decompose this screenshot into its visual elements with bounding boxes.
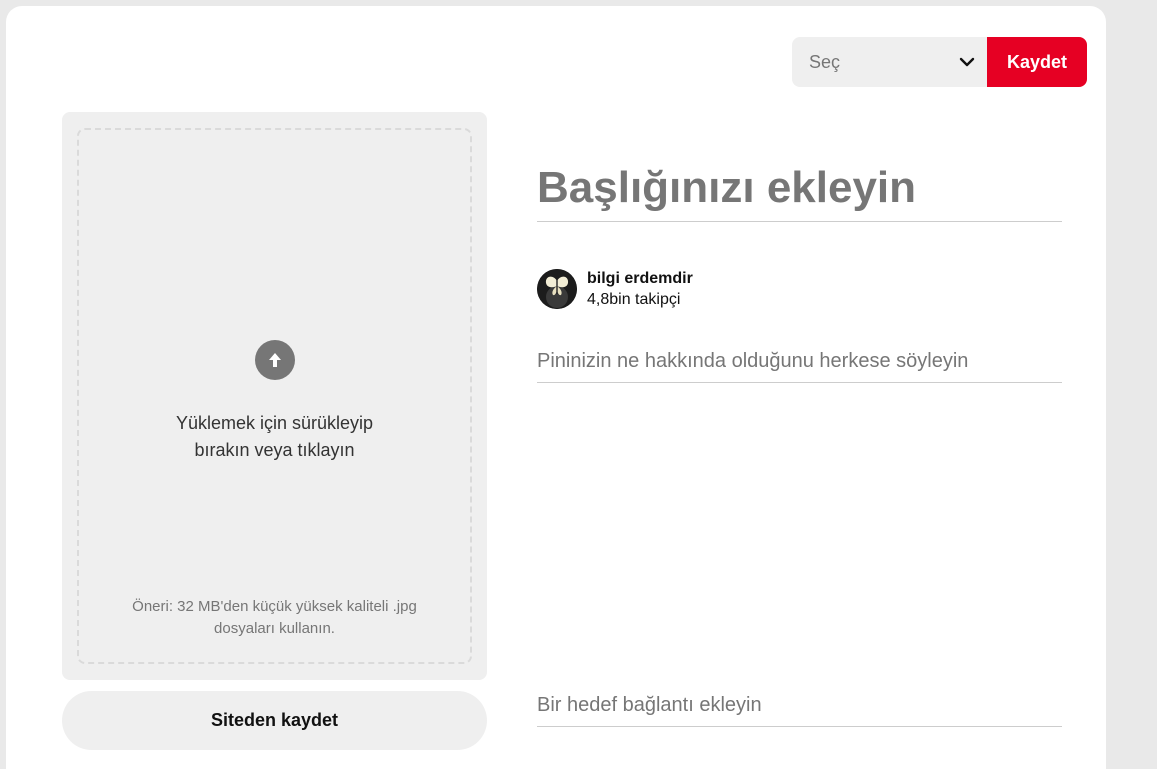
user-info: bilgi erdemdir 4,8bin takipçi [537,268,693,310]
save-from-site-button[interactable]: Siteden kaydet [62,691,487,750]
user-name[interactable]: bilgi erdemdir [587,268,693,289]
upload-instructions-line2: bırakın veya tıklayın [194,440,355,460]
upload-hint-line2: dosyaları kullanın. [214,620,335,637]
user-followers: 4,8bin takipçi [587,291,681,308]
upload-arrow-icon [255,340,295,380]
upload-hint-line1: Öneri: 32 MB'den küçük yüksek kaliteli .… [132,598,417,615]
image-upload-area[interactable]: Yüklemek için sürükleyip bırakın veya tı… [62,112,487,680]
board-select-dropdown[interactable]: Seç [792,37,989,87]
upload-instructions: Yüklemek için sürükleyip bırakın veya tı… [62,410,487,464]
board-select-label: Seç [809,51,841,72]
pin-title-input[interactable] [537,154,1062,222]
pin-description-input[interactable] [537,341,1062,383]
pin-builder-card: Seç Kaydet Yüklemek için sürükleyip bıra… [6,6,1106,769]
save-button[interactable]: Kaydet [987,37,1087,87]
upload-hint: Öneri: 32 MB'den küçük yüksek kaliteli .… [62,596,487,640]
destination-link-input[interactable] [537,685,1062,727]
upload-dropzone-border [77,128,472,664]
butterfly-avatar-icon [537,269,577,309]
user-meta: bilgi erdemdir 4,8bin takipçi [587,268,693,310]
chevron-down-icon [959,57,975,67]
avatar[interactable] [537,269,577,309]
upload-instructions-line1: Yüklemek için sürükleyip [175,413,374,433]
